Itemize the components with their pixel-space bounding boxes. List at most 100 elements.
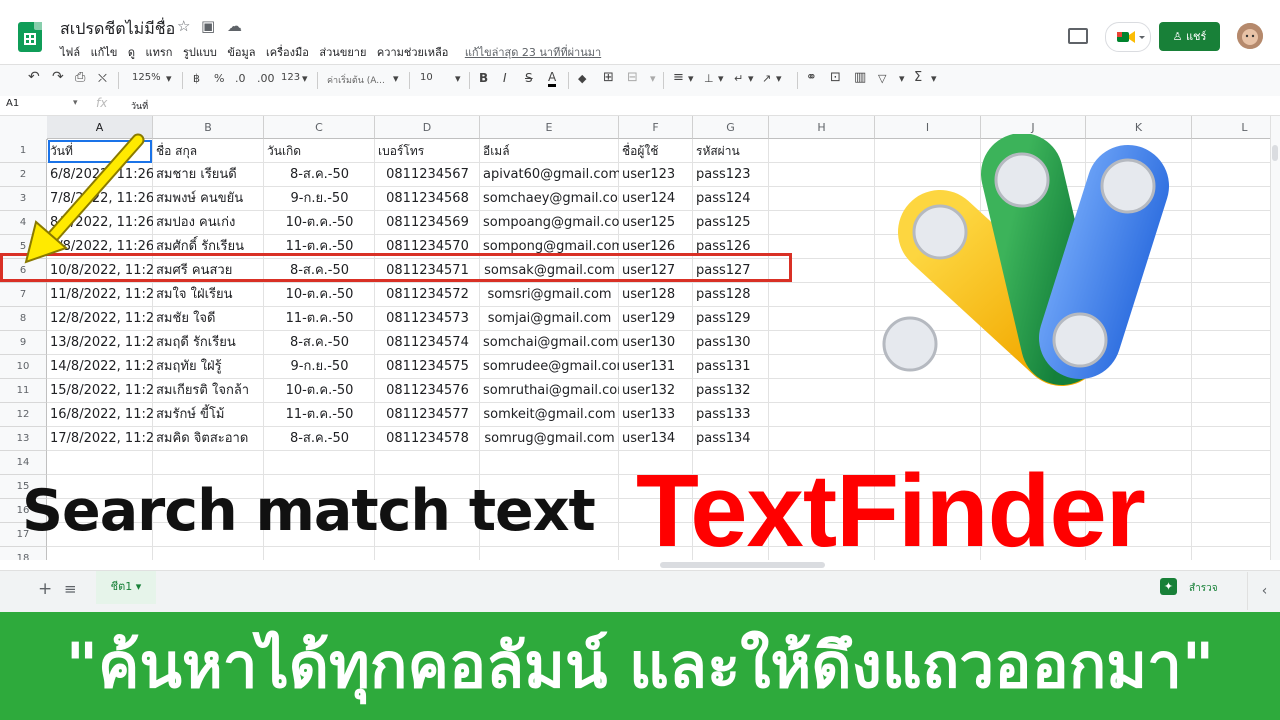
rotate-dropdown-icon[interactable]: ▾ [776,72,782,85]
move-folder-icon[interactable]: ▣ [201,17,215,35]
table-cell[interactable]: 11/8/2022, 11:26 [47,283,153,307]
menu-file[interactable]: ไฟล์ [60,46,80,59]
header-cell[interactable]: อีเมล์ [480,139,619,163]
table-cell[interactable]: somkeit@gmail.com [480,403,619,427]
table-cell[interactable]: สมคิด จิตสะอาด [153,427,264,451]
column-header-h[interactable]: H [769,116,875,139]
text-rotate-icon[interactable]: ↗ [762,72,771,85]
filter-icon[interactable]: ▽ [878,72,886,85]
table-cell[interactable]: user132 [619,379,693,403]
row-header-8[interactable]: 8 [0,307,47,331]
table-cell[interactable]: 8-ส.ค.-50 [264,331,375,355]
star-icon[interactable]: ☆ [177,17,190,35]
sheets-logo-icon[interactable] [18,22,42,52]
table-cell[interactable]: user131 [619,355,693,379]
table-cell[interactable]: 13/8/2022, 11:26 [47,331,153,355]
redo-icon[interactable]: ↷ [52,69,64,85]
table-cell[interactable]: pass128 [693,283,769,307]
table-cell[interactable]: user129 [619,307,693,331]
increase-decimal-button[interactable]: .00 [257,72,275,85]
decrease-decimal-button[interactable]: .0 [235,72,246,85]
meet-button[interactable] [1105,22,1151,52]
merge-dropdown-icon[interactable]: ▾ [650,72,656,85]
table-cell[interactable]: user133 [619,403,693,427]
table-cell[interactable]: user124 [619,187,693,211]
table-cell[interactable]: somruthai@gmail.com [480,379,619,403]
table-cell[interactable]: pass132 [693,379,769,403]
font-family-select[interactable]: ค่าเริ่มต้น (A... [327,73,385,87]
borders-icon[interactable]: ⊞ [603,70,614,85]
table-cell[interactable]: user134 [619,427,693,451]
font-family-dropdown-icon[interactable]: ▾ [393,72,399,85]
valign-dropdown-icon[interactable]: ▾ [718,72,724,85]
table-cell[interactable]: 10-ต.ค.-50 [264,211,375,235]
table-cell[interactable]: pass133 [693,403,769,427]
text-color-button[interactable]: A [548,70,557,87]
row-header-9[interactable]: 9 [0,331,47,355]
avatar[interactable] [1237,23,1263,49]
explore-icon[interactable]: ✦ [1160,578,1177,595]
table-cell[interactable]: สมใจ ใฝ่เรียน [153,283,264,307]
vertical-scrollbar[interactable] [1270,116,1280,560]
table-cell[interactable]: somchai@gmail.com [480,331,619,355]
strikethrough-button[interactable]: S [525,71,533,85]
table-cell[interactable]: 0811234573 [375,307,480,331]
table-cell[interactable]: user123 [619,163,693,187]
table-cell[interactable]: 0811234576 [375,379,480,403]
print-icon[interactable]: ⎙ [75,70,85,85]
table-cell[interactable]: 0811234569 [375,211,480,235]
menu-help[interactable]: ความช่วยเหลือ [377,46,448,59]
currency-format-button[interactable]: ฿ [193,72,200,85]
percent-format-button[interactable]: % [214,72,224,85]
table-cell[interactable]: somjai@gmail.com [480,307,619,331]
table-cell[interactable]: 12/8/2022, 11:26 [47,307,153,331]
table-cell[interactable]: somchaey@gmail.com [480,187,619,211]
table-cell[interactable]: 0811234567 [375,163,480,187]
vertical-align-icon[interactable]: ⊥ [704,72,714,85]
last-edit-link[interactable]: แก้ไขล่าสุด 23 นาทีที่ผ่านมา [465,46,601,59]
column-header-f[interactable]: F [619,116,693,139]
table-cell[interactable]: user128 [619,283,693,307]
table-cell[interactable]: pass131 [693,355,769,379]
row-header-12[interactable]: 12 [0,403,47,427]
menu-tools[interactable]: เครื่องมือ [266,46,309,59]
table-cell[interactable]: สมฤทัย ใฝ่รู้ [153,355,264,379]
header-cell[interactable]: วันเกิด [264,139,375,163]
table-cell[interactable]: 8-ส.ค.-50 [264,427,375,451]
menu-format[interactable]: รูปแบบ [183,46,217,59]
column-header-l[interactable]: L [1192,116,1270,139]
table-cell[interactable]: 15/8/2022, 11:26 [47,379,153,403]
table-cell[interactable]: 0811234578 [375,427,480,451]
halign-dropdown-icon[interactable]: ▾ [688,72,694,85]
insert-chart-icon[interactable]: ▥ [854,70,866,85]
insert-link-icon[interactable]: ⚭ [806,70,817,85]
share-button[interactable]: ♙ แชร์ [1159,22,1220,51]
table-cell[interactable]: สมฤดี รักเรียน [153,331,264,355]
fill-color-icon[interactable]: ◆ [578,72,586,85]
header-cell[interactable]: เบอร์โทร [375,139,480,163]
table-cell[interactable]: pass124 [693,187,769,211]
sheet-tab-1[interactable]: ชีต1 ▾ [96,571,156,604]
table-cell[interactable]: 0811234572 [375,283,480,307]
add-sheet-button[interactable]: + [38,579,52,599]
number-format-button[interactable]: 123 [281,72,300,83]
table-cell[interactable]: สมเกียรติ ใจกล้า [153,379,264,403]
explore-button[interactable]: สำรวจ [1189,581,1218,596]
column-header-b[interactable]: B [153,116,264,139]
document-title[interactable]: สเปรดชีตไม่มีชื่อ [60,17,175,42]
name-box-dropdown-icon[interactable]: ▾ [73,98,78,108]
menu-data[interactable]: ข้อมูล [227,46,255,59]
wrap-dropdown-icon[interactable]: ▾ [748,72,754,85]
table-cell[interactable]: สมพงษ์ คนขยัน [153,187,264,211]
column-header-c[interactable]: C [264,116,375,139]
table-cell[interactable]: 8-ส.ค.-50 [264,163,375,187]
functions-icon[interactable]: Σ [914,70,922,85]
table-cell[interactable]: 16/8/2022, 11:26 [47,403,153,427]
font-size-dropdown-icon[interactable]: ▾ [455,72,461,85]
table-cell[interactable]: 0811234574 [375,331,480,355]
table-cell[interactable]: user125 [619,211,693,235]
table-cell[interactable]: sompoang@gmail.com [480,211,619,235]
table-cell[interactable]: สมรักษ์ ขี้โม้ [153,403,264,427]
zoom-select[interactable]: 125% [132,72,161,83]
table-cell[interactable]: สมปอง คนเก่ง [153,211,264,235]
